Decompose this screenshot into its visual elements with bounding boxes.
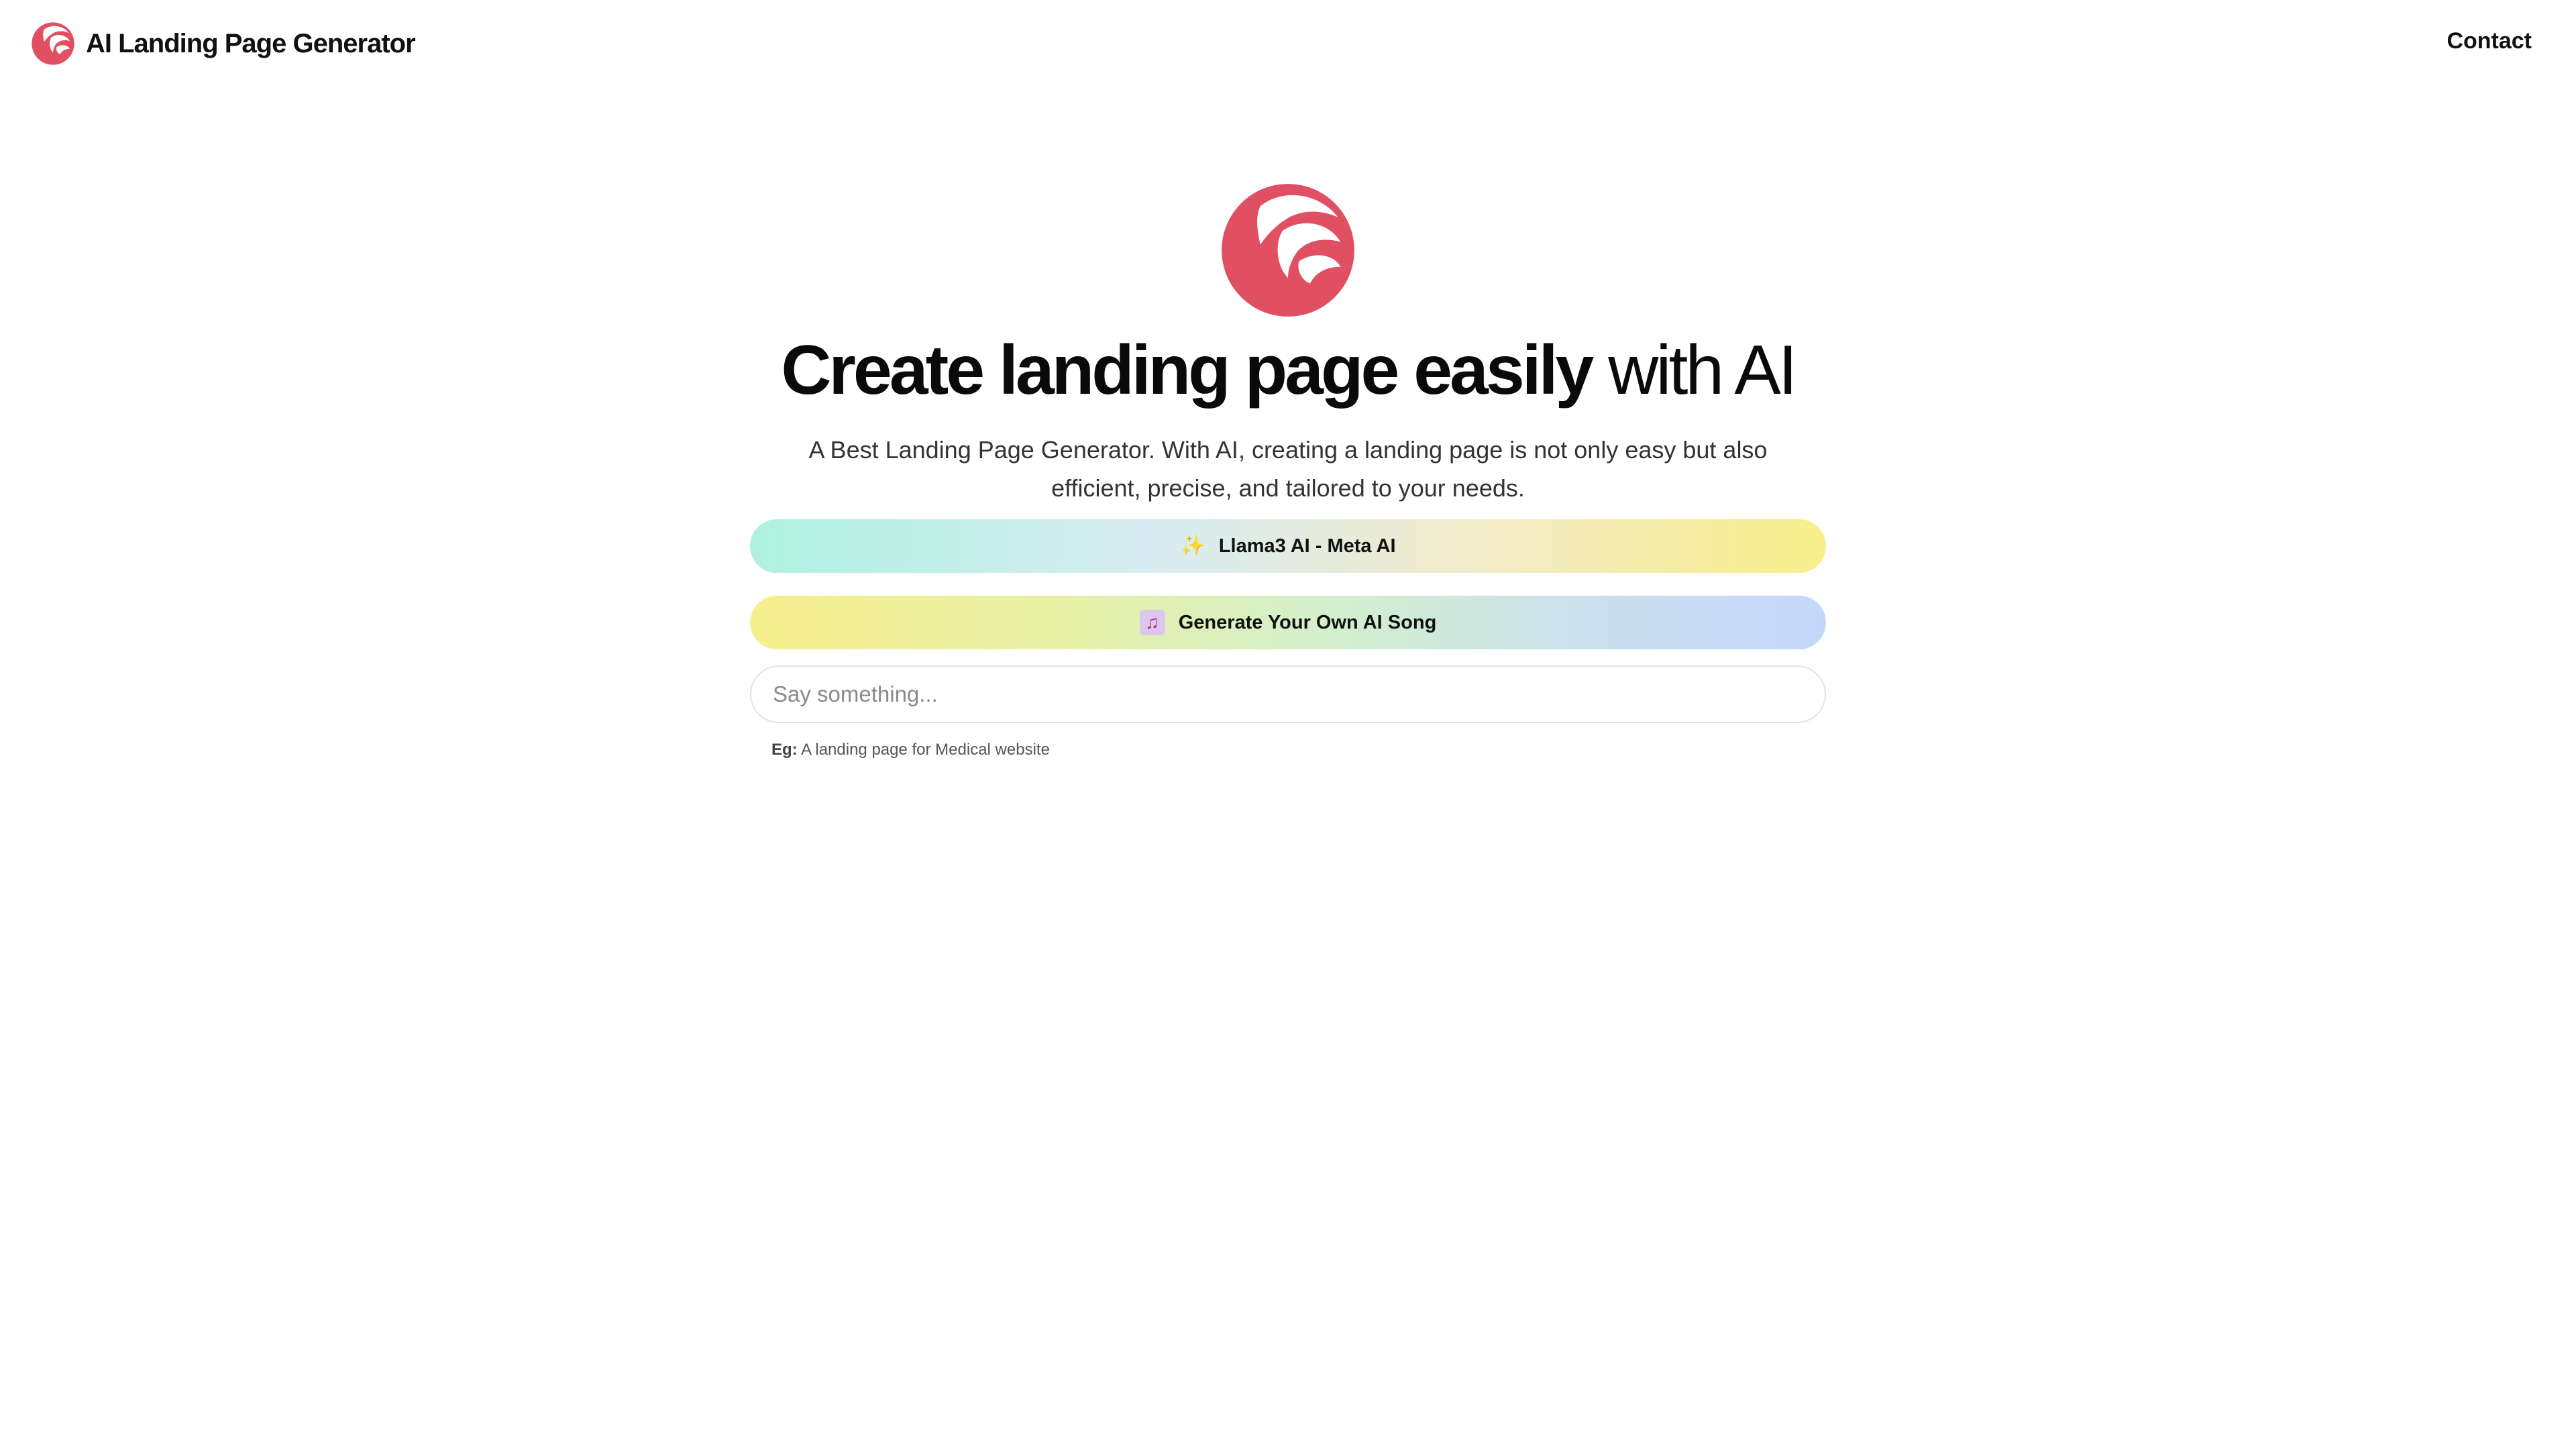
page-subtitle: A Best Landing Page Generator. With AI, … [808,436,1768,502]
example-label: Eg: [771,741,798,759]
music-note-icon: ♫ [1139,610,1165,635]
generate-ai-song-label: Generate Your Own AI Song [1178,611,1437,633]
example-text: A landing page for Medical website [801,741,1050,759]
phoenix-logo-icon [32,22,74,65]
phoenix-hero-logo-icon [1222,184,1354,317]
contact-link[interactable]: Contact [2447,28,2532,54]
page-headline: Create landing page easily with AI [781,329,1797,412]
top-navigation: AI Landing Page Generator Contact [0,0,2576,87]
brand-home-link[interactable]: AI Landing Page Generator [31,20,416,67]
headline-light: with AI [1608,331,1797,409]
prompt-example: Eg: A landing page for Medical website [771,741,1826,759]
llama3-ai-label: Llama3 AI - Meta AI [1218,535,1396,557]
llama3-ai-button[interactable]: ✨ Llama3 AI - Meta AI [750,519,1826,573]
generate-ai-song-button[interactable]: ♫ Generate Your Own AI Song [750,596,1826,649]
brand-title: AI Landing Page Generator [86,28,416,58]
sparkles-icon: ✨ [1180,535,1205,557]
prompt-input[interactable] [750,665,1826,723]
headline-bold: Create landing page easily [781,331,1594,409]
prompt-area: Eg: A landing page for Medical website [750,665,1826,759]
hero-section: Create landing page easily with AI A Bes… [0,181,2576,759]
